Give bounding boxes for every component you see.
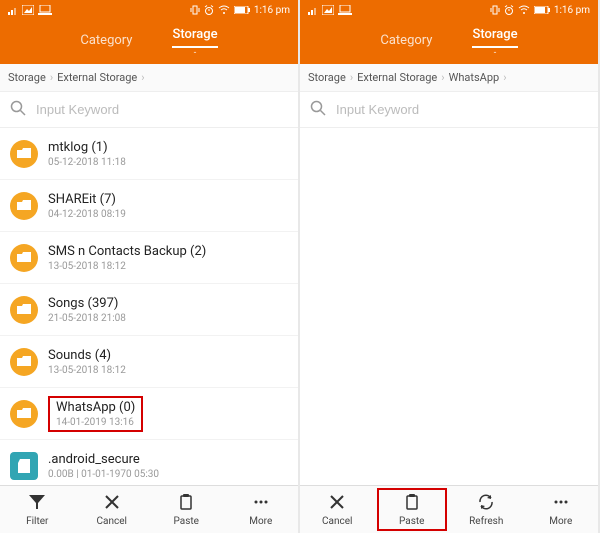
image-icon [322, 5, 334, 15]
battery-icon [234, 6, 250, 14]
crumb[interactable]: Storage [308, 71, 346, 84]
tab-storage-sub: - [194, 48, 197, 58]
item-meta: 13-05-2018 18:12 [48, 365, 126, 376]
more-button[interactable]: More [224, 486, 299, 533]
more-icon [252, 493, 270, 514]
tab-storage[interactable]: Storage [172, 27, 217, 48]
crumb[interactable]: Storage [8, 71, 46, 84]
more-button[interactable]: More [524, 486, 599, 533]
chevron-right-icon: › [501, 71, 508, 84]
vibrate-icon [190, 5, 200, 15]
list-item[interactable]: Sounds (4) 13-05-2018 18:12 [0, 336, 298, 388]
tab-category[interactable]: Category [80, 33, 132, 52]
item-meta: 04-12-2018 08:19 [48, 209, 126, 220]
cancel-button[interactable]: Cancel [75, 486, 150, 533]
folder-icon [10, 140, 38, 168]
tab-storage[interactable]: Storage [472, 27, 517, 48]
item-meta: 05-12-2018 11:18 [48, 157, 126, 168]
breadcrumb: Storage › External Storage › WhatsApp › [300, 64, 598, 92]
battery-icon [534, 6, 550, 14]
folder-icon [10, 348, 38, 376]
list-item-whatsapp[interactable]: WhatsApp (0) 14-01-2019 13:16 [0, 388, 298, 440]
search-bar [300, 92, 598, 128]
folder-list[interactable]: mtklog (1) 05-12-2018 11:18 SHAREit (7) 04… [0, 128, 298, 485]
folder-list-empty[interactable] [300, 128, 598, 485]
crumb[interactable]: External Storage [57, 71, 137, 84]
paste-button[interactable]: Paste [375, 486, 450, 533]
item-name: SHAREit (7) [48, 192, 126, 207]
list-item[interactable]: .android_secure 0.00B | 01-01-1970 05:30 [0, 440, 298, 485]
bottom-bar: Cancel Paste Refresh More [300, 485, 598, 533]
status-bar: 1:16 pm [0, 0, 298, 20]
filter-button[interactable]: Filter [0, 486, 75, 533]
list-item[interactable]: Songs (397) 21-05-2018 21:08 [0, 284, 298, 336]
refresh-button[interactable]: Refresh [449, 486, 524, 533]
chevron-right-icon: › [139, 71, 146, 84]
signal-icon [8, 5, 18, 15]
vibrate-icon [490, 5, 500, 15]
header-tabs: Category Storage - [0, 20, 298, 64]
item-name: .android_secure [48, 452, 159, 467]
search-input[interactable] [36, 102, 288, 117]
more-icon [552, 493, 570, 514]
search-input[interactable] [336, 102, 588, 117]
crumb[interactable]: WhatsApp [449, 71, 500, 84]
item-name: Sounds (4) [48, 348, 126, 363]
status-time: 1:16 pm [554, 5, 590, 16]
alarm-icon [504, 5, 514, 15]
laptop-icon [38, 5, 52, 15]
right-pane: 1:16 pm Category Storage - Storage › Ext… [300, 0, 600, 533]
list-item[interactable]: SMS n Contacts Backup (2) 13-05-2018 18:1… [0, 232, 298, 284]
alarm-icon [204, 5, 214, 15]
item-meta: 14-01-2019 13:16 [56, 417, 135, 428]
item-name: mtklog (1) [48, 140, 126, 155]
left-pane: 1:16 pm Category Storage - Storage › Ext… [0, 0, 300, 533]
folder-icon [10, 400, 38, 428]
chevron-right-icon: › [348, 71, 355, 84]
item-meta: 0.00B | 01-01-1970 05:30 [48, 469, 159, 480]
folder-icon [10, 296, 38, 324]
header-tabs: Category Storage - [300, 20, 598, 64]
close-icon [103, 493, 121, 514]
folder-icon [10, 244, 38, 272]
paste-button[interactable]: Paste [149, 486, 224, 533]
laptop-icon [338, 5, 352, 15]
crumb[interactable]: External Storage [357, 71, 437, 84]
image-icon [22, 5, 34, 15]
search-icon [310, 100, 326, 120]
search-icon [10, 100, 26, 120]
search-bar [0, 92, 298, 128]
tab-storage-sub: - [494, 48, 497, 58]
list-item[interactable]: mtklog (1) 05-12-2018 11:18 [0, 128, 298, 180]
breadcrumb: Storage › External Storage › [0, 64, 298, 92]
chevron-right-icon: › [439, 71, 446, 84]
wifi-icon [218, 5, 230, 15]
wifi-icon [518, 5, 530, 15]
close-icon [328, 493, 346, 514]
tab-category[interactable]: Category [380, 33, 432, 52]
cancel-button[interactable]: Cancel [300, 486, 375, 533]
filter-icon [28, 493, 46, 514]
chevron-right-icon: › [48, 71, 55, 84]
clipboard-icon [403, 493, 421, 514]
clipboard-icon [177, 493, 195, 514]
item-name: Songs (397) [48, 296, 126, 311]
bottom-bar: Filter Cancel Paste More [0, 485, 298, 533]
item-name: WhatsApp (0) [56, 400, 135, 415]
item-meta: 21-05-2018 21:08 [48, 313, 126, 324]
list-item[interactable]: SHAREit (7) 04-12-2018 08:19 [0, 180, 298, 232]
item-name: SMS n Contacts Backup (2) [48, 244, 206, 259]
item-meta: 13-05-2018 18:12 [48, 261, 206, 272]
status-bar: 1:16 pm [300, 0, 598, 20]
refresh-icon [477, 493, 495, 514]
folder-icon [10, 192, 38, 220]
sdcard-icon [10, 452, 38, 480]
status-time: 1:16 pm [254, 5, 290, 16]
signal-icon [308, 5, 318, 15]
